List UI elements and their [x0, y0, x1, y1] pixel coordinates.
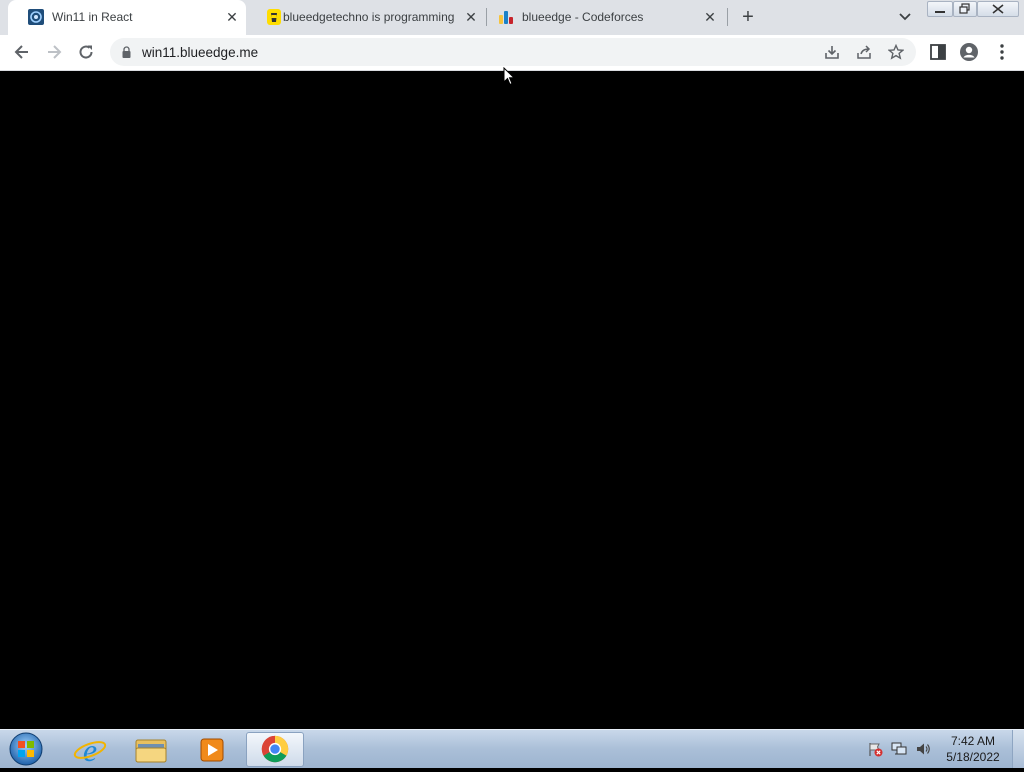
show-desktop-button[interactable] [1012, 730, 1024, 768]
minimize-button[interactable] [927, 1, 953, 17]
taskbar-file-explorer[interactable] [123, 732, 179, 767]
taskbar-internet-explorer[interactable]: e [62, 732, 118, 768]
url-text[interactable]: win11.blueedge.me [142, 45, 258, 60]
more-menu-icon[interactable] [992, 42, 1012, 62]
minimize-icon [935, 11, 945, 13]
install-app-icon[interactable] [824, 44, 840, 60]
start-orb-icon[interactable] [8, 731, 44, 767]
mouse-cursor-icon [503, 67, 515, 86]
tab-buymeacoffee[interactable]: blueedgetechno is programming ✕ [246, 0, 486, 35]
tab-separator [727, 8, 728, 26]
reload-icon[interactable] [76, 42, 96, 62]
close-tab-icon[interactable]: ✕ [222, 7, 242, 27]
page-content[interactable] [0, 71, 1024, 729]
new-tab-button[interactable]: + [737, 6, 759, 28]
tab-title: Win11 in React [52, 10, 133, 24]
share-icon[interactable] [856, 44, 872, 60]
close-window-button[interactable] [977, 1, 1019, 17]
svg-text:e: e [83, 732, 97, 767]
close-icon [992, 4, 1004, 14]
tab-codeforces[interactable]: blueedge - Codeforces ✕ [487, 0, 727, 35]
restore-button[interactable] [953, 1, 977, 17]
network-icon[interactable] [891, 741, 907, 757]
tab-win11-in-react[interactable]: Win11 in React ✕ [8, 0, 246, 35]
codeforces-icon [499, 11, 513, 24]
taskbar: e 7:42 AM 5/18/2022 [0, 729, 1024, 768]
volume-icon[interactable] [915, 741, 931, 757]
chrome-icon [261, 735, 289, 763]
tab-search-chevron-icon[interactable] [896, 8, 914, 26]
tab-strip: Win11 in React ✕ blueedgetechno is progr… [0, 0, 1024, 35]
profile-avatar-icon[interactable] [959, 42, 979, 62]
win11-app-icon [28, 9, 44, 25]
media-player-icon [200, 738, 224, 762]
tab-title: blueedge - Codeforces [522, 10, 644, 24]
back-arrow-icon[interactable] [12, 42, 32, 62]
buymeacoffee-icon [267, 9, 281, 25]
forward-arrow-icon[interactable] [44, 42, 64, 62]
clock-date: 5/18/2022 [946, 750, 1000, 764]
system-clock[interactable]: 7:42 AM 5/18/2022 [940, 733, 1006, 765]
close-tab-icon[interactable]: ✕ [700, 7, 720, 27]
lock-icon[interactable] [122, 46, 131, 58]
action-center-flag-icon[interactable] [867, 741, 883, 757]
address-bar[interactable]: win11.blueedge.me [110, 38, 916, 66]
tab-title: blueedgetechno is programming [283, 10, 455, 24]
internet-explorer-icon: e [73, 732, 107, 768]
clock-time: 7:42 AM [950, 734, 996, 748]
close-tab-icon[interactable]: ✕ [461, 7, 481, 27]
taskbar-media-player[interactable] [184, 732, 240, 767]
folder-icon [135, 739, 167, 763]
bookmark-star-icon[interactable] [888, 44, 904, 60]
browser-toolbar: win11.blueedge.me [0, 35, 1024, 71]
side-panel-icon[interactable] [928, 42, 948, 62]
restore-icon [959, 3, 970, 14]
taskbar-chrome[interactable] [246, 732, 304, 767]
